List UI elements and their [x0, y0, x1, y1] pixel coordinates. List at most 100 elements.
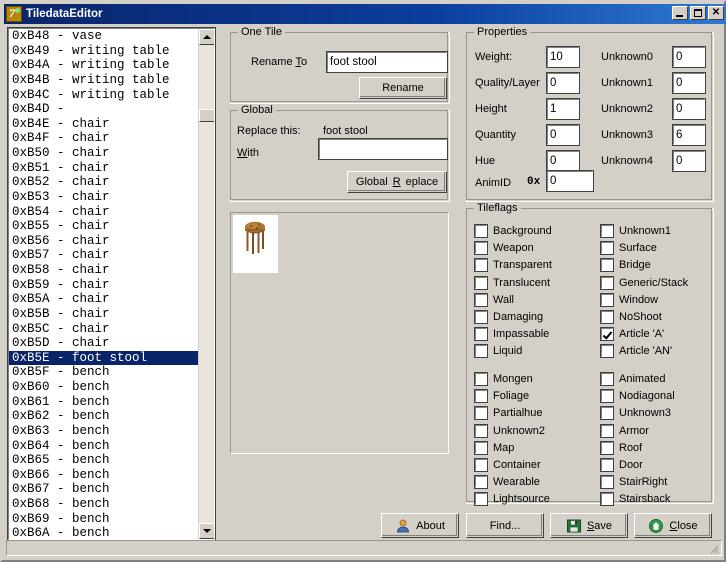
- tileflag-window[interactable]: Window: [600, 292, 658, 307]
- checkbox-icon[interactable]: [600, 275, 614, 290]
- tileflag-transparent[interactable]: Transparent: [474, 258, 552, 273]
- tileflag-door[interactable]: Door: [600, 458, 643, 472]
- scroll-up-arrow-icon[interactable]: [199, 29, 214, 45]
- property-input-right-3[interactable]: 6: [672, 124, 706, 146]
- list-item[interactable]: 0xB5D - chair: [9, 336, 199, 351]
- list-item[interactable]: 0xB52 - chair: [9, 175, 199, 190]
- checkbox-icon[interactable]: [474, 275, 488, 290]
- list-item[interactable]: 0xB61 - bench: [9, 395, 199, 410]
- tileflag-foliage[interactable]: Foliage: [474, 389, 529, 404]
- title-bar[interactable]: TiledataEditor ✕: [4, 4, 726, 24]
- tileflag-wearable[interactable]: Wearable: [474, 475, 540, 490]
- tileflag-translucent[interactable]: Translucent: [474, 275, 550, 290]
- list-item[interactable]: 0xB5B - chair: [9, 307, 199, 322]
- list-item[interactable]: 0xB67 - bench: [9, 482, 199, 497]
- save-button[interactable]: Save: [550, 513, 628, 538]
- tileflag-article-a[interactable]: Article 'A': [600, 327, 664, 342]
- checkbox-icon[interactable]: [474, 372, 488, 386]
- rename-button[interactable]: Rename: [359, 77, 447, 99]
- checkbox-icon[interactable]: [474, 310, 488, 324]
- tileflag-weapon[interactable]: Weapon: [474, 241, 534, 256]
- list-item[interactable]: 0xB5C - chair: [9, 322, 199, 337]
- property-input-left-3[interactable]: 0: [546, 124, 580, 146]
- property-input-right-2[interactable]: 0: [672, 98, 706, 120]
- tileflag-impassable[interactable]: Impassable: [474, 327, 549, 342]
- tileflag-armor[interactable]: Armor: [600, 423, 649, 438]
- tile-list-items[interactable]: 0xB48 - vase 0xB49 - writing table 0xB4A -…: [9, 29, 199, 539]
- animid-input[interactable]: 0: [546, 170, 594, 192]
- property-input-left-2[interactable]: 1: [546, 98, 580, 120]
- checkbox-icon[interactable]: [600, 327, 614, 342]
- checkbox-icon[interactable]: [600, 241, 614, 256]
- close-icon-button[interactable]: ✕: [708, 6, 724, 20]
- tileflag-unknown1[interactable]: Unknown1: [600, 224, 671, 238]
- list-item[interactable]: 0xB4F - chair: [9, 131, 199, 146]
- scrollbar-thumb[interactable]: [199, 109, 214, 122]
- list-item[interactable]: 0xB64 - bench: [9, 439, 199, 454]
- find-button[interactable]: Find...: [466, 513, 544, 538]
- checkbox-icon[interactable]: [474, 224, 488, 238]
- tileflag-unknown2[interactable]: Unknown2: [474, 423, 545, 438]
- tileflag-roof[interactable]: Roof: [600, 440, 642, 455]
- checkbox-icon[interactable]: [600, 372, 614, 386]
- tileflag-noshoot[interactable]: NoShoot: [600, 310, 662, 324]
- property-input-right-4[interactable]: 0: [672, 150, 706, 172]
- with-input[interactable]: [318, 138, 448, 160]
- minimize-button[interactable]: [672, 6, 688, 20]
- tileflag-unknown3[interactable]: Unknown3: [600, 406, 671, 421]
- checkbox-icon[interactable]: [474, 475, 488, 490]
- tile-list-scrollbar[interactable]: [198, 29, 214, 539]
- tileflag-liquid[interactable]: Liquid: [474, 344, 522, 359]
- checkbox-icon[interactable]: [600, 440, 614, 455]
- tileflag-animated[interactable]: Animated: [600, 372, 665, 386]
- checkbox-icon[interactable]: [474, 344, 488, 359]
- checkbox-icon[interactable]: [474, 423, 488, 438]
- checkbox-icon[interactable]: [474, 406, 488, 421]
- checkbox-icon[interactable]: [600, 258, 614, 273]
- global-replace-button[interactable]: Global Replace: [347, 171, 447, 193]
- list-item[interactable]: 0xB66 - bench: [9, 468, 199, 483]
- list-item[interactable]: 0xB59 - chair: [9, 278, 199, 293]
- tileflag-mongen[interactable]: Mongen: [474, 372, 533, 386]
- property-input-left-0[interactable]: 10: [546, 46, 580, 68]
- resize-grip-icon[interactable]: [707, 542, 719, 554]
- property-input-right-1[interactable]: 0: [672, 72, 706, 94]
- tileflag-partialhue[interactable]: Partialhue: [474, 406, 543, 421]
- list-item[interactable]: 0xB62 - bench: [9, 409, 199, 424]
- maximize-button[interactable]: [690, 6, 706, 20]
- list-item[interactable]: 0xB5E - foot stool: [9, 350, 199, 366]
- list-item[interactable]: 0xB55 - chair: [9, 219, 199, 234]
- checkbox-icon[interactable]: [474, 440, 488, 455]
- tileflag-background[interactable]: Background: [474, 224, 552, 238]
- list-item[interactable]: 0xB4D -: [9, 102, 199, 117]
- property-input-left-4[interactable]: 0: [546, 150, 580, 172]
- property-input-left-1[interactable]: 0: [546, 72, 580, 94]
- tileflag-nodiagonal[interactable]: Nodiagonal: [600, 389, 675, 404]
- checkbox-icon[interactable]: [600, 475, 614, 490]
- list-item[interactable]: 0xB4C - writing table: [9, 88, 199, 103]
- checkbox-icon[interactable]: [474, 241, 488, 256]
- list-item[interactable]: 0xB6A - bench: [9, 526, 199, 539]
- list-item[interactable]: 0xB56 - chair: [9, 234, 199, 249]
- tile-list[interactable]: 0xB48 - vase 0xB49 - writing table 0xB4A -…: [7, 27, 216, 541]
- checkbox-icon[interactable]: [474, 492, 488, 507]
- list-item[interactable]: 0xB63 - bench: [9, 424, 199, 439]
- list-item[interactable]: 0xB58 - chair: [9, 263, 199, 278]
- tileflag-article-an[interactable]: Article 'AN': [600, 344, 672, 359]
- checkbox-icon[interactable]: [600, 224, 614, 238]
- list-item[interactable]: 0xB5A - chair: [9, 292, 199, 307]
- list-item[interactable]: 0xB49 - writing table: [9, 44, 199, 59]
- list-item[interactable]: 0xB48 - vase: [9, 29, 199, 44]
- checkbox-icon[interactable]: [600, 458, 614, 472]
- checkbox-icon[interactable]: [474, 292, 488, 307]
- tileflag-map[interactable]: Map: [474, 440, 514, 455]
- checkbox-icon[interactable]: [474, 389, 488, 404]
- checkbox-icon[interactable]: [600, 406, 614, 421]
- list-item[interactable]: 0xB54 - chair: [9, 205, 199, 220]
- checkbox-icon[interactable]: [600, 344, 614, 359]
- checkbox-icon[interactable]: [600, 389, 614, 404]
- list-item[interactable]: 0xB5F - bench: [9, 365, 199, 380]
- checkbox-icon[interactable]: [474, 327, 488, 342]
- tileflag-container[interactable]: Container: [474, 458, 541, 472]
- tileflag-stairright[interactable]: StairRight: [600, 475, 667, 490]
